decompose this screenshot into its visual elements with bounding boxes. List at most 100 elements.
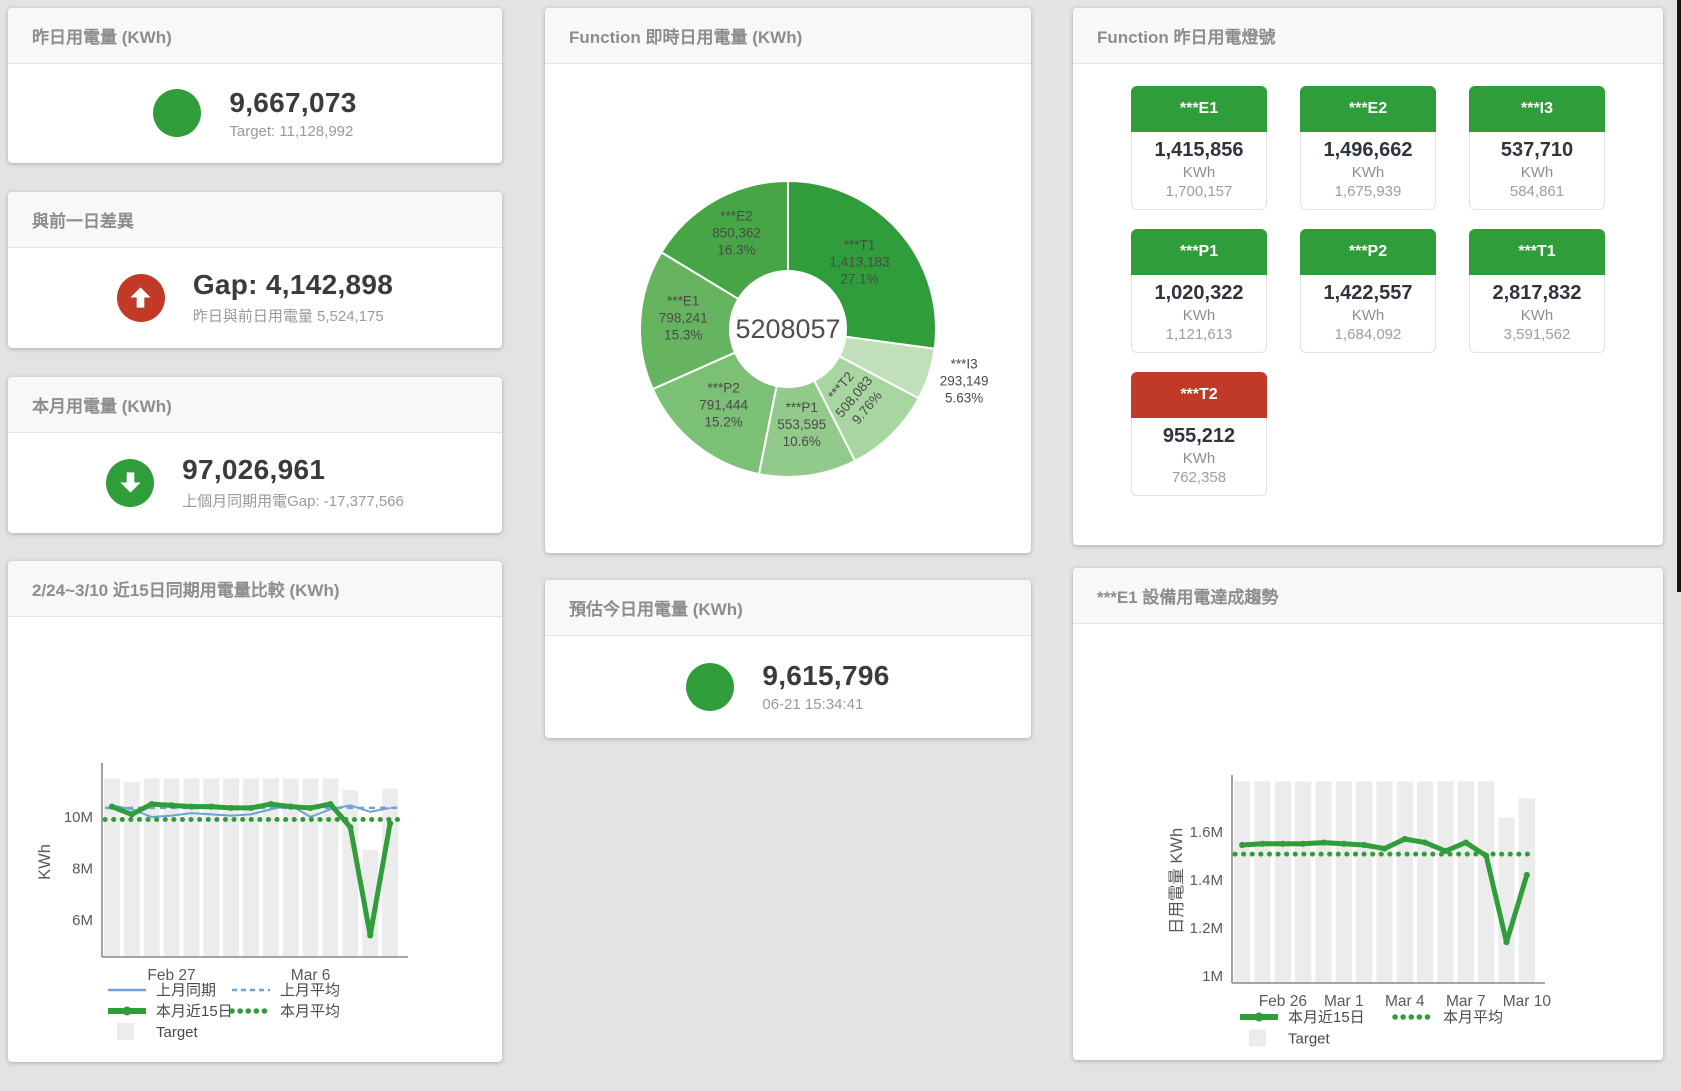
target-bar <box>1356 781 1372 983</box>
panel-title[interactable]: 預估今日用電量 (KWh) <box>545 580 1031 636</box>
stat-subtitle: Target: 11,128,992 <box>229 123 356 140</box>
y-tick-label: 10M <box>64 809 93 826</box>
panel-title[interactable]: Function 即時日用電量 (KWh) <box>545 8 1031 64</box>
y-tick-label: 1.2M <box>1190 920 1223 937</box>
panel-yesterday-usage: 昨日用電量 (KWh) 9,667,073 Target: 11,128,992 <box>8 8 502 163</box>
data-point <box>228 805 234 811</box>
x-tick-label: Feb 26 <box>1259 993 1307 1010</box>
data-point <box>288 804 294 810</box>
data-point <box>149 801 155 807</box>
tile-target-value: 1,121,613 <box>1132 326 1266 343</box>
legend-label: 上月同期 <box>156 982 216 999</box>
data-point <box>1361 842 1367 848</box>
target-bar <box>1458 781 1474 983</box>
target-bar <box>1295 781 1311 983</box>
tile-unit: KWh <box>1301 164 1435 181</box>
legend-item[interactable]: 上月同期 <box>108 982 216 999</box>
data-point <box>347 824 353 830</box>
panel-estimated-today: 預估今日用電量 (KWh) 9,615,796 06-21 15:34:41 <box>545 580 1031 738</box>
panel-title-text: Function 即時日用電量 (KWh) <box>569 23 802 48</box>
status-tile-P2[interactable]: ***P21,422,557KWh1,684,092 <box>1300 229 1436 353</box>
status-tile-T2[interactable]: ***T2955,212KWh762,358 <box>1131 372 1267 496</box>
tile-unit: KWh <box>1132 307 1266 324</box>
tile-value: 955,212 <box>1132 425 1266 448</box>
panel-title[interactable]: 昨日用電量 (KWh) <box>8 8 502 64</box>
scrollbar[interactable] <box>1677 0 1681 592</box>
stat-body: 9,667,073 Target: 11,128,992 <box>8 64 502 162</box>
legend-label: Target <box>1288 1031 1331 1048</box>
stat-value: Gap: 4,142,898 <box>193 269 393 301</box>
target-bar <box>1397 781 1413 983</box>
tile-unit: KWh <box>1470 164 1604 181</box>
legend-item[interactable]: 本月平均 <box>232 1003 340 1020</box>
realtime-donut-chart: ***T11,413,18327.1%***I3293,1495.63%***T… <box>545 64 1031 545</box>
legend-item[interactable]: 上月平均 <box>232 982 340 999</box>
donut-slice-label: ***I3293,1495.63% <box>940 357 989 406</box>
stat-body: 97,026,961 上個月同期用電Gap: -17,377,566 <box>8 433 502 532</box>
status-tile-body: 1,422,557KWh1,684,092 <box>1300 275 1436 353</box>
panel-title[interactable]: 與前一日差異 <box>8 192 502 248</box>
panel-title-text: 2/24~3/10 近15日同期用電量比較 (KWh) <box>32 576 340 601</box>
arrow-up-icon <box>117 274 165 322</box>
status-tile-body: 955,212KWh762,358 <box>1131 418 1267 496</box>
data-point <box>1463 840 1469 846</box>
tile-target-value: 1,700,157 <box>1132 183 1266 200</box>
data-point <box>1402 836 1408 842</box>
legend-label: Target <box>156 1024 199 1041</box>
target-bar <box>1498 817 1514 983</box>
status-tile-T1[interactable]: ***T12,817,832KWh3,591,562 <box>1469 229 1605 353</box>
status-tile-E2[interactable]: ***E21,496,662KWh1,675,939 <box>1300 86 1436 210</box>
status-tile-P1[interactable]: ***P11,020,322KWh1,121,613 <box>1131 229 1267 353</box>
status-tile-label: ***E2 <box>1300 86 1436 132</box>
data-point <box>1483 853 1489 859</box>
panel-title[interactable]: ***E1 設備用電達成趨勢 <box>1073 568 1663 624</box>
status-tile-I3[interactable]: ***I3537,710KWh584,861 <box>1469 86 1605 210</box>
legend-item[interactable]: 本月平均 <box>1395 1009 1503 1026</box>
legend-item[interactable]: Target <box>117 1023 199 1041</box>
tile-unit: KWh <box>1132 450 1266 467</box>
target-bar <box>1234 781 1250 983</box>
status-tile-body: 1,496,662KWh1,675,939 <box>1300 132 1436 210</box>
target-bar <box>1437 781 1453 983</box>
y-axis-label: KWh <box>36 844 54 880</box>
data-point <box>1503 939 1509 945</box>
panel-title[interactable]: 本月用電量 (KWh) <box>8 377 502 433</box>
data-point <box>188 804 194 810</box>
status-tile-E1[interactable]: ***E11,415,856KWh1,700,157 <box>1131 86 1267 210</box>
green-circle-icon <box>153 89 201 137</box>
y-tick-label: 8M <box>72 860 93 877</box>
data-point <box>327 801 333 807</box>
panel-e1-trend: ***E1 設備用電達成趨勢 1M1.2M1.4M1.6M日用電量 KWhFeb… <box>1073 568 1663 1060</box>
legend-item[interactable]: Target <box>1249 1030 1331 1048</box>
data-point <box>1524 872 1530 878</box>
legend-item[interactable]: 本月近15日 <box>108 1003 233 1020</box>
tile-unit: KWh <box>1132 164 1266 181</box>
data-point <box>129 811 135 817</box>
stat-value: 97,026,961 <box>182 454 404 486</box>
status-tile-label: ***I3 <box>1469 86 1605 132</box>
status-tile-label: ***T2 <box>1131 372 1267 418</box>
panel-title-text: 本月用電量 (KWh) <box>32 392 172 417</box>
panel-title[interactable]: Function 昨日用電燈號 <box>1073 8 1663 64</box>
legend-label: 上月平均 <box>280 982 340 999</box>
y-tick-label: 6M <box>72 912 93 929</box>
data-point <box>1381 846 1387 852</box>
stat-subtitle: 上個月同期用電Gap: -17,377,566 <box>182 490 404 511</box>
panel-title-text: 昨日用電量 (KWh) <box>32 23 172 48</box>
tile-target-value: 1,675,939 <box>1301 183 1435 200</box>
target-bar <box>1376 781 1392 983</box>
data-point <box>1259 841 1265 847</box>
panel-title-text: 預估今日用電量 (KWh) <box>569 595 743 620</box>
target-bar <box>1336 781 1352 983</box>
green-circle-icon <box>686 663 734 711</box>
target-bar <box>1275 781 1291 983</box>
panel-realtime-donut: Function 即時日用電量 (KWh) ***T11,413,18327.1… <box>545 8 1031 553</box>
legend-label: 本月近15日 <box>1288 1009 1365 1026</box>
y-tick-label: 1.6M <box>1190 824 1223 841</box>
legend-item[interactable]: 本月近15日 <box>1240 1009 1365 1026</box>
panel-day-gap: 與前一日差異 Gap: 4,142,898 昨日與前日用電量 5,524,175 <box>8 192 502 348</box>
tile-target-value: 584,861 <box>1470 183 1604 200</box>
panel-title[interactable]: 2/24~3/10 近15日同期用電量比較 (KWh) <box>8 561 502 617</box>
status-tile-body: 1,020,322KWh1,121,613 <box>1131 275 1267 353</box>
stat-subtitle: 06-21 15:34:41 <box>762 696 889 713</box>
